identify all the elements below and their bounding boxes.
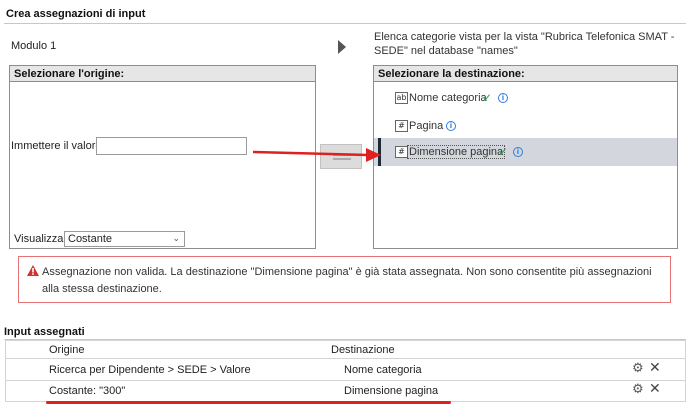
annotation-arrow-line (252, 150, 369, 157)
check-icon: ✓ (482, 91, 493, 105)
info-icon[interactable]: i (498, 93, 508, 103)
row-destination: Nome categoria (344, 364, 422, 376)
row-origin: Costante: "300" (49, 385, 126, 397)
chevron-down-icon: ⌄ (172, 233, 180, 243)
table-header-row: Origine Destinazione (5, 340, 686, 359)
module-label: Modulo 1 (11, 40, 57, 52)
dest-item-pagina[interactable]: # Pagina i (374, 118, 677, 136)
top-divider (4, 23, 686, 24)
check-icon: ✓ (498, 145, 509, 159)
assigned-inputs-title: Input assegnati (4, 326, 85, 338)
annotation-underline (46, 401, 451, 404)
close-icon[interactable]: ✕ (649, 381, 661, 397)
dest-item-label: Dimensione pagina (407, 145, 506, 159)
number-type-icon: # (395, 120, 408, 132)
text-type-icon: ab (395, 92, 408, 104)
info-icon[interactable]: i (513, 147, 523, 157)
table-row[interactable]: Costante: "300" Dimensione pagina ⚙ ✕ (5, 380, 686, 401)
error-message-box: Assegnazione non valida. La destinazione… (18, 256, 671, 303)
value-input[interactable] (96, 137, 247, 155)
list-description: Elenca categorie vista per la vista "Rub… (374, 31, 675, 57)
create-assignments-title: Crea assegnazioni di input (6, 8, 146, 20)
view-label: Visualizza: (14, 233, 67, 245)
annotation-arrow-head (366, 148, 381, 162)
close-icon[interactable]: ✕ (649, 360, 661, 376)
annotation-arrow (252, 148, 381, 162)
warning-icon (27, 265, 39, 276)
gear-icon[interactable]: ⚙ (632, 361, 644, 376)
gear-icon[interactable]: ⚙ (632, 382, 644, 397)
column-header-destination: Destinazione (331, 344, 395, 356)
value-label: Immettere il valore: (11, 140, 105, 152)
row-destination: Dimensione pagina (344, 385, 439, 397)
table-row[interactable]: Ricerca per Dipendente > SEDE > Valore N… (5, 359, 686, 380)
column-header-origin: Origine (49, 344, 85, 356)
view-select-value: Costante (68, 233, 113, 245)
destination-panel: Selezionare la destinazione: ab Nome cat… (373, 65, 678, 249)
info-icon[interactable]: i (446, 121, 456, 131)
expand-arrow-icon[interactable] (338, 40, 346, 54)
view-select[interactable]: Costante ⌄ (64, 231, 185, 247)
error-message-text: Assegnazione non valida. La destinazione… (42, 266, 652, 295)
source-panel-header: Selezionare l'origine: (10, 66, 315, 82)
destination-panel-header: Selezionare la destinazione: (374, 66, 677, 82)
dest-item-label: Nome categoria (409, 92, 487, 104)
dest-item-dimensione-pagina[interactable]: # Dimensione pagina ✓ i (374, 138, 677, 166)
dest-item-nome-categoria[interactable]: ab Nome categoria ✓ i (374, 90, 677, 108)
row-origin: Ricerca per Dipendente > SEDE > Valore (49, 364, 251, 376)
dest-item-label: Pagina (409, 120, 444, 132)
